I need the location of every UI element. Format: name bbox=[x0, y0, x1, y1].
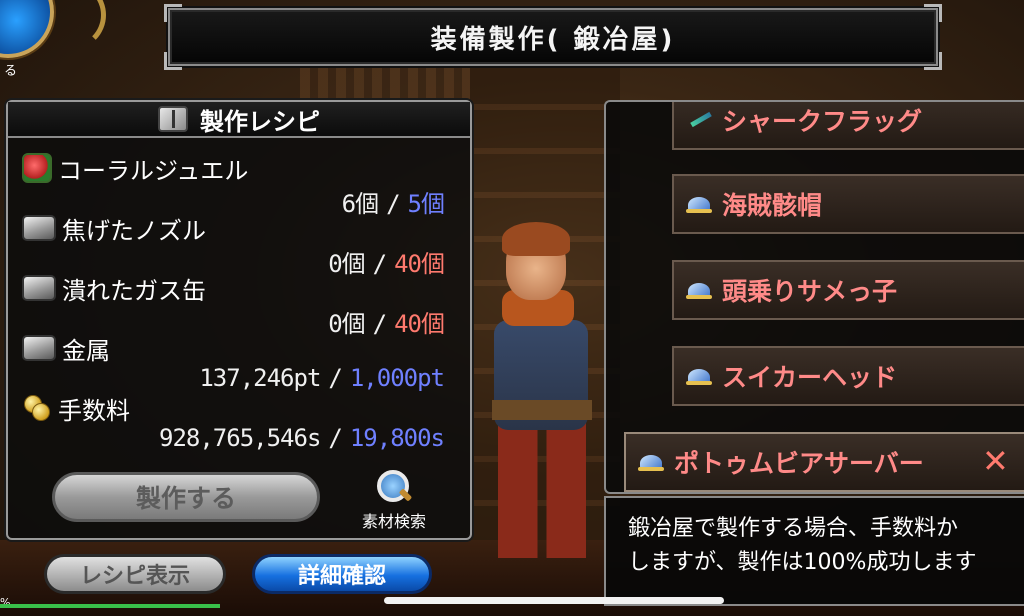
list-item[interactable]: スイカーヘッド bbox=[672, 346, 1024, 406]
title-banner: 装備製作( 鍛冶屋) bbox=[164, 4, 942, 70]
material-search-label: 素材検索 bbox=[361, 512, 426, 531]
sword-icon bbox=[686, 107, 714, 133]
hat-icon bbox=[686, 191, 714, 217]
material-name: 金属 bbox=[62, 336, 110, 365]
material-row: 焦げたノズル 0個/40個 bbox=[22, 212, 462, 278]
material-row: コーラルジュエル 6個/5個 bbox=[22, 152, 462, 218]
hat-icon bbox=[686, 363, 714, 389]
material-have: 928,765,546s bbox=[159, 424, 321, 452]
progress-bar bbox=[0, 604, 220, 608]
close-icon[interactable]: ✕ bbox=[982, 442, 1009, 480]
material-row: 潰れたガス缶 0個/40個 bbox=[22, 272, 462, 338]
description-line: 鍛冶屋で製作する場合、手数料か bbox=[628, 516, 959, 541]
recipe-header: 製作レシピ bbox=[8, 102, 470, 138]
material-have: 137,246pt bbox=[199, 364, 321, 392]
list-item[interactable]: 頭乗りサメっ子 bbox=[672, 260, 1024, 320]
details-button[interactable]: 詳細確認 bbox=[252, 554, 432, 594]
material-need: 19,800s bbox=[349, 424, 445, 452]
description-line: しますが、製作は100%成功します bbox=[628, 550, 977, 575]
separator: / bbox=[328, 424, 342, 452]
material-name: 潰れたガス缶 bbox=[62, 276, 206, 305]
material-name: 手数料 bbox=[58, 396, 130, 425]
blacksmith-character bbox=[476, 222, 606, 560]
recipe-display-button[interactable]: レシピ表示 bbox=[44, 554, 226, 594]
material-row: 金属 137,246pt/1,000pt bbox=[22, 332, 462, 394]
magnifier-icon bbox=[375, 468, 413, 506]
item-name: 頭乗りサメっ子 bbox=[722, 277, 898, 306]
material-name: 焦げたノズル bbox=[62, 216, 206, 245]
menu-orb-label: る bbox=[4, 64, 18, 79]
recipe-panel: 製作レシピ コーラルジュエル 6個/5個 焦げたノズル 0個/40個 潰れたガス… bbox=[6, 100, 472, 540]
item-name: 海賊骸帽 bbox=[722, 191, 823, 220]
library-bookshelf-top bbox=[300, 60, 470, 100]
item-name: スイカーヘッド bbox=[722, 363, 898, 392]
item-name: シャークフラッグ bbox=[722, 107, 923, 136]
list-item[interactable]: シャークフラッグ bbox=[672, 102, 1024, 150]
recipe-display-label: レシピ表示 bbox=[79, 564, 190, 589]
recipe-book-icon bbox=[158, 106, 188, 132]
details-label: 詳細確認 bbox=[297, 564, 386, 589]
metal-ingot-icon bbox=[22, 335, 56, 361]
separator: / bbox=[328, 364, 342, 392]
metal-ingot-icon bbox=[22, 215, 56, 241]
recipe-title: 製作レシピ bbox=[200, 107, 320, 136]
coin-icon bbox=[22, 393, 52, 423]
material-need: 1,000pt bbox=[349, 364, 445, 392]
material-name: コーラルジュエル bbox=[58, 156, 249, 185]
material-search-button[interactable]: 素材検索 bbox=[344, 468, 444, 532]
craft-button[interactable]: 製作する bbox=[52, 472, 320, 522]
item-list[interactable]: シャークフラッグ 海賊骸帽 頭乗りサメっ子 スイカーヘッド ポトゥムビアサーバー… bbox=[604, 100, 1024, 494]
coral-jewel-icon bbox=[22, 153, 52, 183]
craft-button-label: 製作する bbox=[135, 484, 236, 513]
page-title: 装備製作( 鍛冶屋) bbox=[430, 24, 676, 55]
hat-icon bbox=[686, 277, 714, 303]
home-indicator[interactable] bbox=[384, 597, 724, 604]
gold-ornament bbox=[36, 0, 106, 50]
description-panel: 鍛冶屋で製作する場合、手数料か しますが、製作は100%成功します bbox=[604, 496, 1024, 606]
hat-icon bbox=[638, 449, 666, 475]
metal-ingot-icon bbox=[22, 275, 56, 301]
item-name: ポトゥムビアサーバー bbox=[674, 449, 924, 478]
list-item-selected[interactable]: ポトゥムビアサーバー ✕ bbox=[624, 432, 1024, 492]
list-item[interactable]: 海賊骸帽 bbox=[672, 174, 1024, 234]
material-row: 手数料 928,765,546s/19,800s bbox=[22, 392, 462, 454]
